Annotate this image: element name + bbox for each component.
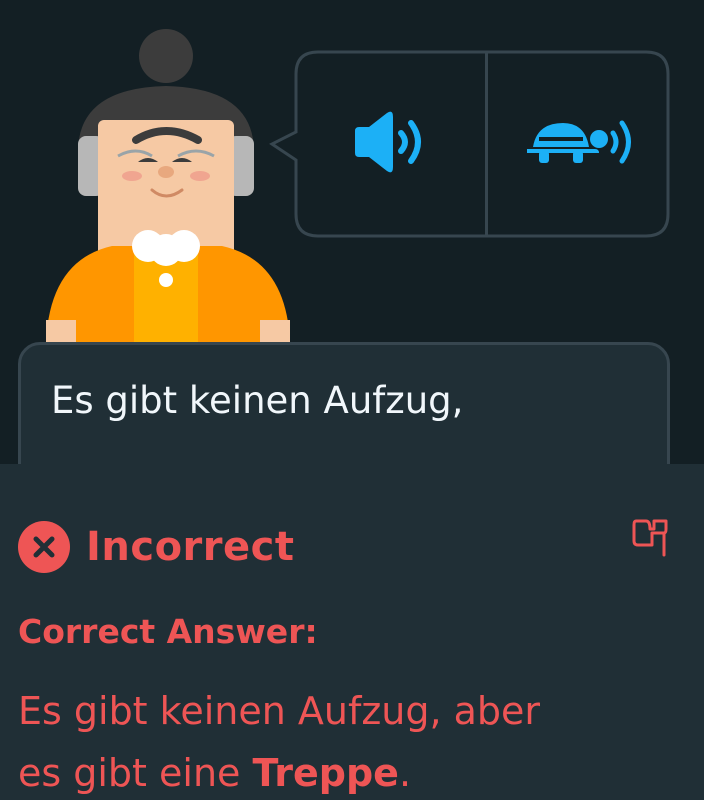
status-title: Incorrect (86, 524, 295, 570)
x-circle-icon (18, 521, 70, 573)
correct-answer-highlight: Treppe (252, 751, 399, 795)
character-avatar (40, 24, 300, 344)
flag-icon (630, 515, 670, 563)
report-button[interactable] (628, 514, 672, 564)
answer-text: Es gibt keinen Aufzug, (51, 379, 464, 422)
correct-answer-label: Correct Answer: (18, 612, 318, 651)
correct-answer-line1: Es gibt keinen Aufzug, aber (18, 689, 541, 733)
correct-answer-suffix: . (398, 751, 412, 795)
speaker-icon (345, 107, 435, 181)
correct-answer-text: Es gibt keinen Aufzug, aber es gibt eine… (18, 680, 688, 800)
lesson-screen: Es gibt keinen Aufzug, Incorrect Correct… (0, 0, 704, 800)
status-row: Incorrect (18, 520, 294, 574)
turtle-icon (519, 107, 639, 181)
feedback-panel: Incorrect Correct Answer: Es gibt keinen… (0, 464, 704, 800)
correct-answer-line2-prefix: es gibt eine (18, 751, 253, 795)
play-audio-button[interactable] (294, 50, 486, 238)
play-slow-audio-button[interactable] (488, 50, 670, 238)
speech-bubble (269, 50, 670, 238)
